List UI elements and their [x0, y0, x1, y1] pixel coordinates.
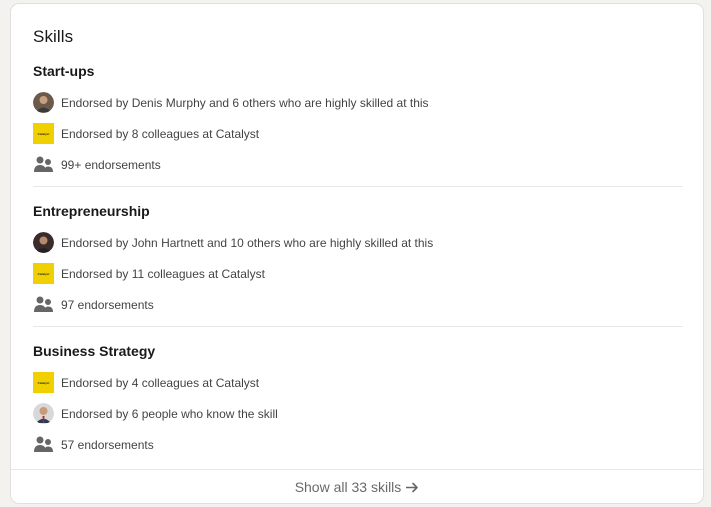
person-avatar	[33, 403, 54, 424]
endorsement-text: Endorsed by Denis Murphy and 6 others wh…	[61, 95, 429, 110]
arrow-right-icon	[406, 482, 419, 493]
person-avatar	[33, 92, 54, 113]
endorsement-row[interactable]: Catalyst Endorsed by 4 colleagues at Cat…	[33, 367, 683, 398]
endorsement-text: Endorsed by 6 people who know the skill	[61, 406, 278, 421]
endorsement-row[interactable]: Endorsed by John Hartnett and 10 others …	[33, 227, 683, 258]
endorsement-row[interactable]: 97 endorsements	[33, 289, 683, 320]
endorsement-row[interactable]: Endorsed by Denis Murphy and 6 others wh…	[33, 87, 683, 118]
section-title: Skills	[33, 27, 74, 46]
endorsement-row[interactable]: Endorsed by 6 people who know the skill	[33, 398, 683, 429]
endorsement-text: Endorsed by 11 colleagues at Catalyst	[61, 266, 265, 281]
skill-name[interactable]: Business Strategy	[33, 342, 683, 360]
company-logo: Catalyst	[33, 263, 54, 284]
skill-item: Entrepreneurship Endorsed by John Hartne…	[33, 202, 683, 320]
people-icon	[33, 154, 54, 175]
show-all-skills-label: Show all 33 skills	[294, 479, 402, 495]
endorsement-row[interactable]: 57 endorsements	[33, 429, 683, 460]
skill-item: Start-ups Endorsed by Denis Murphy and 6…	[33, 62, 683, 180]
company-logo: Catalyst	[33, 372, 54, 393]
endorsement-text: Endorsed by 8 colleagues at Catalyst	[61, 126, 260, 141]
endorsement-row[interactable]: 99+ endorsements	[33, 149, 683, 180]
skill-name[interactable]: Start-ups	[33, 62, 683, 80]
endorsement-count: 97 endorsements	[61, 297, 154, 312]
endorsement-count: 99+ endorsements	[61, 157, 161, 172]
endorsement-text: Endorsed by 4 colleagues at Catalyst	[61, 375, 260, 390]
endorsement-row[interactable]: Catalyst Endorsed by 8 colleagues at Cat…	[33, 118, 683, 149]
divider	[33, 186, 683, 187]
people-icon	[33, 434, 54, 455]
endorsement-row[interactable]: Catalyst Endorsed by 11 colleagues at Ca…	[33, 258, 683, 289]
skill-name[interactable]: Entrepreneurship	[33, 202, 683, 220]
skill-item: Business Strategy Catalyst Endorsed by 4…	[33, 342, 683, 460]
endorsement-text: Endorsed by John Hartnett and 10 others …	[61, 235, 434, 250]
endorsement-count: 57 endorsements	[61, 437, 154, 452]
person-avatar	[33, 232, 54, 253]
divider	[33, 326, 683, 327]
skills-card: Skills Start-ups Endorsed by Denis Murph…	[11, 4, 703, 503]
people-icon	[33, 294, 54, 315]
company-logo: Catalyst	[33, 123, 54, 144]
show-all-skills-button[interactable]: Show all 33 skills	[11, 469, 703, 503]
